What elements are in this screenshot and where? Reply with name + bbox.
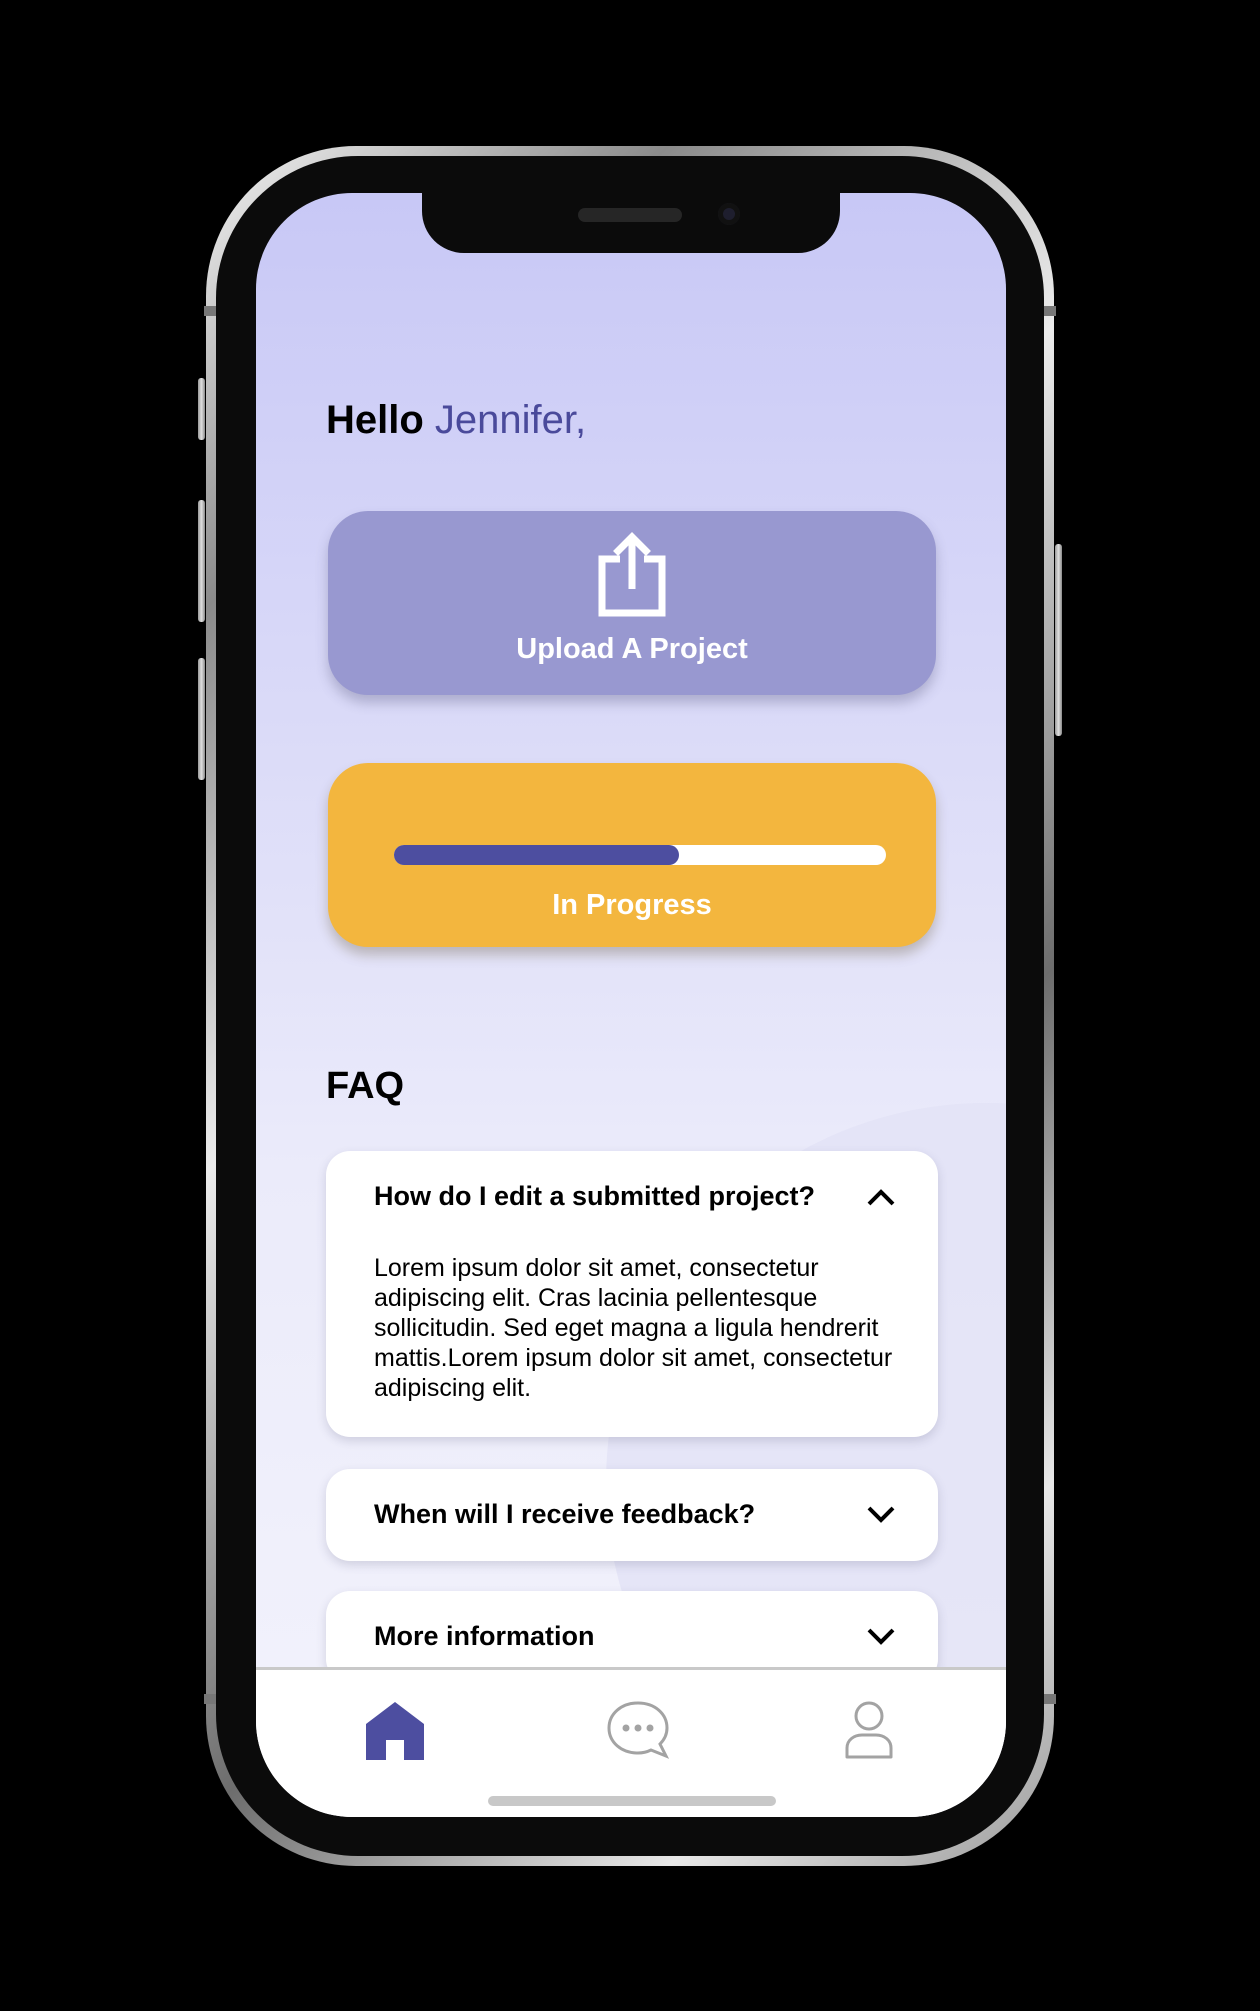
faq-item-expanded[interactable]: How do I edit a submitted project? Lorem… bbox=[326, 1151, 938, 1437]
chevron-up-icon[interactable] bbox=[866, 1187, 896, 1207]
volume-down-button bbox=[198, 658, 205, 780]
mute-switch bbox=[198, 378, 205, 440]
faq-question[interactable]: More information bbox=[374, 1621, 595, 1652]
bottom-tab-bar bbox=[256, 1667, 1006, 1817]
chat-bubble-icon bbox=[607, 1701, 670, 1759]
upload-project-button[interactable]: Upload A Project bbox=[328, 511, 936, 695]
faq-question[interactable]: When will I receive feedback? bbox=[374, 1499, 755, 1530]
greeting: Hello Jennifer, bbox=[326, 398, 586, 443]
antenna-band bbox=[1044, 306, 1056, 316]
tab-profile[interactable] bbox=[844, 1700, 894, 1765]
antenna-band bbox=[204, 306, 216, 316]
progress-label: In Progress bbox=[552, 889, 712, 921]
faq-item[interactable]: When will I receive feedback? bbox=[326, 1469, 938, 1561]
power-button bbox=[1055, 544, 1062, 736]
greeting-user-name: Jennifer, bbox=[434, 398, 587, 442]
faq-question[interactable]: How do I edit a submitted project? bbox=[374, 1181, 815, 1212]
chevron-down-icon[interactable] bbox=[866, 1627, 896, 1647]
front-camera bbox=[718, 203, 740, 225]
volume-up-button bbox=[198, 500, 205, 622]
antenna-band bbox=[1044, 1694, 1056, 1704]
chevron-down-icon[interactable] bbox=[866, 1505, 896, 1525]
faq-answer: Lorem ipsum dolor sit amet, consectetur … bbox=[374, 1254, 893, 1402]
home-indicator[interactable] bbox=[488, 1796, 776, 1806]
phone-notch bbox=[422, 193, 840, 253]
progress-fill bbox=[394, 845, 680, 865]
progress-card[interactable]: In Progress bbox=[328, 763, 936, 947]
upload-project-label: Upload A Project bbox=[516, 633, 748, 665]
tab-home[interactable] bbox=[364, 1700, 426, 1765]
tab-messages[interactable] bbox=[606, 1700, 670, 1765]
faq-heading: FAQ bbox=[326, 1065, 405, 1107]
app-screen: Hello Jennifer, Upload A Project In Prog… bbox=[256, 193, 1006, 1817]
home-icon bbox=[366, 1702, 424, 1760]
share-upload-icon bbox=[598, 532, 666, 617]
antenna-band bbox=[204, 1694, 216, 1704]
user-profile-icon bbox=[845, 1701, 893, 1759]
earpiece-speaker bbox=[578, 208, 682, 222]
progress-track bbox=[394, 845, 886, 865]
greeting-hello: Hello bbox=[326, 398, 424, 442]
